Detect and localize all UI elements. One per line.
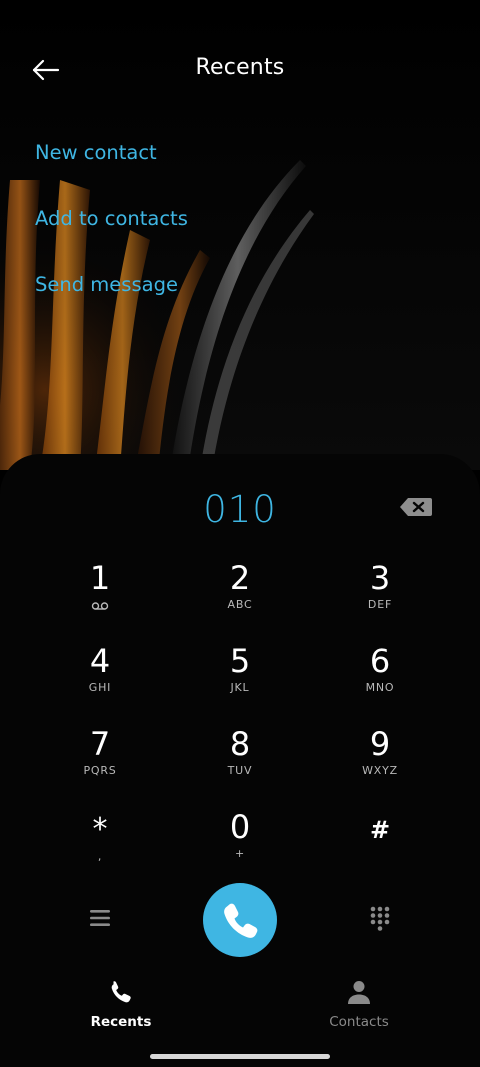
person-icon: [348, 981, 370, 1004]
key-letters: DEF: [367, 598, 393, 611]
key-digit: 8: [229, 725, 251, 763]
key-digit: 9: [369, 725, 391, 763]
send-message-link[interactable]: Send message: [35, 273, 178, 296]
dialer-screen: Recents New contact Add to contacts Send…: [0, 0, 480, 1067]
tab-label: Recents: [90, 1014, 152, 1030]
phone-icon: [111, 981, 131, 1003]
key-letters: JKL: [230, 681, 250, 694]
key-digit: 2: [229, 559, 251, 597]
key-5[interactable]: 5 JKL: [170, 643, 310, 719]
key-3[interactable]: 3 DEF: [310, 560, 450, 636]
key-4[interactable]: 4 GHI: [30, 643, 170, 719]
key-letters: +: [234, 847, 246, 860]
key-letters: TUV: [227, 764, 253, 777]
tab-contacts[interactable]: Contacts: [289, 978, 429, 1030]
tab-recents[interactable]: Recents: [51, 978, 191, 1030]
key-digit: *: [92, 812, 108, 847]
key-letters: GHI: [88, 681, 112, 694]
tab-label: Contacts: [329, 1014, 389, 1030]
key-digit: #: [369, 816, 391, 844]
key-star[interactable]: * ,: [30, 812, 170, 888]
page-title: Recents: [195, 55, 285, 80]
key-8[interactable]: 8 TUV: [170, 726, 310, 802]
app-header: Recents: [0, 40, 480, 100]
key-digit: 4: [89, 642, 111, 680]
key-1[interactable]: 1: [30, 560, 170, 636]
call-button[interactable]: [203, 883, 277, 957]
key-2[interactable]: 2 ABC: [170, 560, 310, 636]
phone-icon: [224, 903, 258, 938]
key-letters: [310, 850, 450, 864]
key-letters: ABC: [227, 598, 253, 611]
key-letters: PQRS: [83, 764, 117, 777]
key-digit: 3: [369, 559, 391, 597]
new-contact-link[interactable]: New contact: [35, 141, 157, 164]
key-6[interactable]: 6 MNO: [310, 643, 450, 719]
key-9[interactable]: 9 WXYZ: [310, 726, 450, 802]
key-digit: 5: [229, 642, 251, 680]
key-letters: MNO: [365, 681, 395, 694]
key-hash[interactable]: #: [310, 812, 450, 888]
menu-icon[interactable]: [86, 904, 114, 932]
voicemail-icon: [30, 598, 170, 612]
key-letters: WXYZ: [362, 764, 398, 777]
key-digit: 7: [89, 725, 111, 763]
add-to-contacts-link[interactable]: Add to contacts: [35, 207, 188, 230]
backspace-icon[interactable]: [398, 495, 434, 519]
key-7[interactable]: 7 PQRS: [30, 726, 170, 802]
home-indicator[interactable]: [150, 1054, 330, 1059]
dialpad-icon[interactable]: [366, 904, 394, 932]
key-letters: ,: [97, 850, 103, 863]
key-digit: 6: [369, 642, 391, 680]
key-0[interactable]: 0 +: [170, 809, 310, 885]
key-digit: 0: [229, 808, 251, 846]
key-digit: 1: [89, 559, 111, 597]
